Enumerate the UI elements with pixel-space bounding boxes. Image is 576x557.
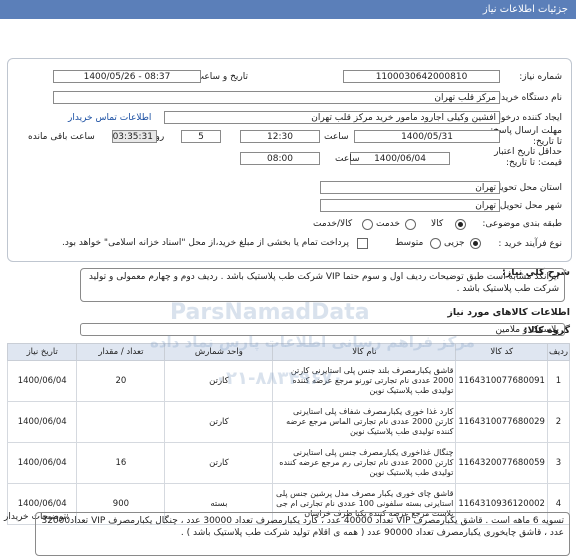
- category-service-radio[interactable]: [405, 219, 416, 230]
- table-row: 3 1164320077680059 چنگال غذاخوری یکبارمص…: [6, 442, 571, 484]
- process-partial-radio[interactable]: [470, 238, 481, 249]
- buyer-field: مرکز قلب تهران: [53, 91, 500, 104]
- deadline-time-field: 12:30: [240, 130, 320, 143]
- announce-field: 1400/05/26 - 08:37: [53, 70, 201, 83]
- page-titlebar: جزئیات اطلاعات نیاز: [0, 0, 576, 19]
- cell-quantity: 16: [76, 442, 166, 484]
- validity-time-field: 08:00: [240, 152, 320, 165]
- summary-box: ایرانکد مشابه است طبق توضیحات ردیف اول و…: [80, 268, 565, 302]
- goods-info-heading: اطلاعات کالاهای مورد نیاز: [447, 307, 570, 318]
- col-name: نام کالا: [272, 343, 457, 361]
- category-goods-label: کالا: [431, 219, 444, 229]
- remaining-label: ساعت باقی مانده: [28, 132, 95, 142]
- group-field: پلاستیک و ملامین: [80, 323, 565, 336]
- cell-code: 1164310077680091: [455, 360, 548, 402]
- process-partial-label: جزیی: [444, 238, 465, 248]
- creator-field: افشین وکیلی اجارود مامور خرید مرکز قلب ت…: [164, 111, 500, 124]
- validity-label: حداقل تاریخ اعتبار قیمت: تا تاریخ:: [494, 147, 562, 168]
- cell-code: 1164310077680029: [455, 401, 548, 443]
- buyer-notes-box: تسویه 6 ماهه است . قاشق یکبارمصرف VIP تع…: [35, 512, 570, 556]
- cell-date: 1400/06/04: [6, 360, 78, 402]
- col-row: ردیف: [546, 343, 571, 361]
- process-label: نوع فرآیند خرید :: [498, 239, 562, 249]
- process-medium-label: متوسط: [395, 238, 424, 248]
- need-number-label: شماره نیاز:: [519, 72, 562, 82]
- category-label: طبقه بندی موضوعی:: [482, 219, 562, 229]
- deadline-date-field: 1400/05/31: [354, 130, 500, 143]
- buyer-label: نام دستگاه خریدار:: [491, 93, 562, 103]
- cell-quantity: 20: [76, 360, 166, 402]
- days-field: 5: [181, 130, 221, 143]
- deadline-label: مهلت ارسال پاسخ: تا تاریخ:: [490, 126, 562, 147]
- cell-quantity: [76, 401, 166, 443]
- cell-date: 1400/06/04: [6, 401, 78, 443]
- cell-code: 1164320077680059: [455, 442, 548, 484]
- col-quantity: تعداد / مقدار: [76, 343, 166, 361]
- col-date: تاریخ نیاز: [6, 343, 78, 361]
- cell-row: 3: [546, 442, 571, 484]
- table-row: 1 1164310077680091 قاشق یکبارمصرف بلند ج…: [6, 360, 571, 402]
- need-number-field: 1100030642000810: [343, 70, 500, 83]
- goods-table: ردیف کد کالا نام کالا واحد شمارش تعداد /…: [6, 343, 571, 525]
- category-goods-radio[interactable]: [455, 219, 466, 230]
- category-both-label: کالا/خدمت: [313, 219, 353, 229]
- cell-unit: کارتن: [164, 360, 274, 402]
- treasury-payment-checkbox[interactable]: [357, 238, 368, 249]
- cell-unit: کارتن: [164, 442, 274, 484]
- remaining-time-field: 03:35:31: [112, 130, 157, 143]
- goods-table-header: ردیف کد کالا نام کالا واحد شمارش تعداد /…: [6, 343, 571, 361]
- contact-buyer-link[interactable]: اطلاعات تماس خریدار: [68, 113, 151, 123]
- cell-unit: کارتن: [164, 401, 274, 443]
- province-label: استان محل تحویل:: [491, 183, 562, 193]
- cell-name: کارد غذا خوری یکبارمصرف شفاف پلی استایرن…: [272, 401, 457, 443]
- cell-name: قاشق یکبارمصرف بلند جنس پلی استایرنی کار…: [272, 360, 457, 402]
- deadline-time-label: ساعت: [324, 132, 349, 142]
- cell-name: چنگال غذاخوری یکبارمصرف جنس پلی استایرنی…: [272, 442, 457, 484]
- col-unit: واحد شمارش: [164, 343, 274, 361]
- validity-time-label: ساعت: [335, 154, 360, 164]
- treasury-payment-label: پرداخت تمام یا بخشی از مبلغ خرید،از محل …: [62, 238, 350, 248]
- validity-date-field: 1400/06/04: [350, 152, 450, 165]
- cell-row: 2: [546, 401, 571, 443]
- watermark-brand: ParsNamadData: [170, 300, 370, 325]
- category-service-label: خدمت: [376, 219, 400, 229]
- col-code: کد کالا: [455, 343, 548, 361]
- table-row: 2 1164310077680029 کارد غذا خوری یکبارمص…: [6, 401, 571, 443]
- city-field: تهران: [320, 199, 500, 212]
- category-both-radio[interactable]: [362, 219, 373, 230]
- page-title: جزئیات اطلاعات نیاز: [482, 4, 568, 15]
- process-medium-radio[interactable]: [430, 238, 441, 249]
- cell-date: 1400/06/04: [6, 442, 78, 484]
- province-field: تهران: [320, 181, 500, 194]
- city-label: شهر محل تحویل:: [496, 201, 562, 211]
- cell-row: 1: [546, 360, 571, 402]
